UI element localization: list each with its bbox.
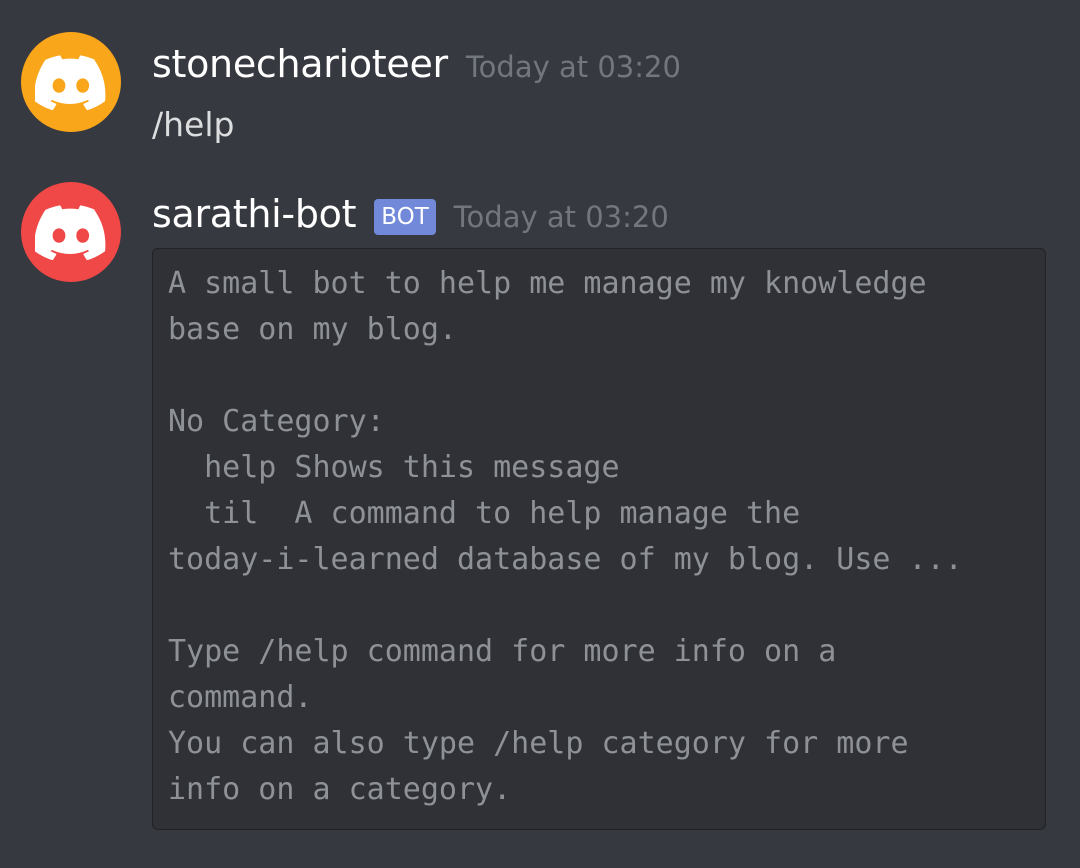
timestamp: Today at 03:20 [465, 50, 681, 84]
code-line: You can also type /help category for mor… [168, 726, 909, 761]
code-line: til A command to help manage the [168, 496, 801, 531]
discord-logo-icon [35, 204, 106, 260]
bot-avatar[interactable] [21, 182, 121, 282]
message-header: sarathi-bot BOT Today at 03:20 [152, 192, 669, 238]
code-line: command. [168, 680, 313, 715]
code-line: today-i-learned database of my blog. Use… [168, 542, 963, 577]
code-line: help Shows this message [168, 450, 620, 485]
username[interactable]: sarathi-bot [152, 192, 357, 236]
message-text: /help [152, 105, 235, 144]
code-block: A small bot to help me manage my knowled… [152, 248, 1046, 830]
user-avatar[interactable] [21, 32, 121, 132]
code-line: Type /help command for more info on a [168, 634, 837, 669]
bot-tag-badge: BOT [374, 199, 436, 235]
timestamp: Today at 03:20 [453, 200, 669, 234]
discord-logo-icon [35, 54, 106, 110]
code-line: A small bot to help me manage my knowled… [168, 266, 927, 301]
code-line: base on my blog. [168, 312, 457, 347]
code-line: info on a category. [168, 772, 512, 807]
username[interactable]: stonecharioteer [152, 42, 448, 86]
message-header: stonecharioteer Today at 03:20 [152, 42, 681, 86]
code-line: No Category: [168, 404, 385, 439]
code-block-text: A small bot to help me manage my knowled… [168, 261, 1030, 813]
